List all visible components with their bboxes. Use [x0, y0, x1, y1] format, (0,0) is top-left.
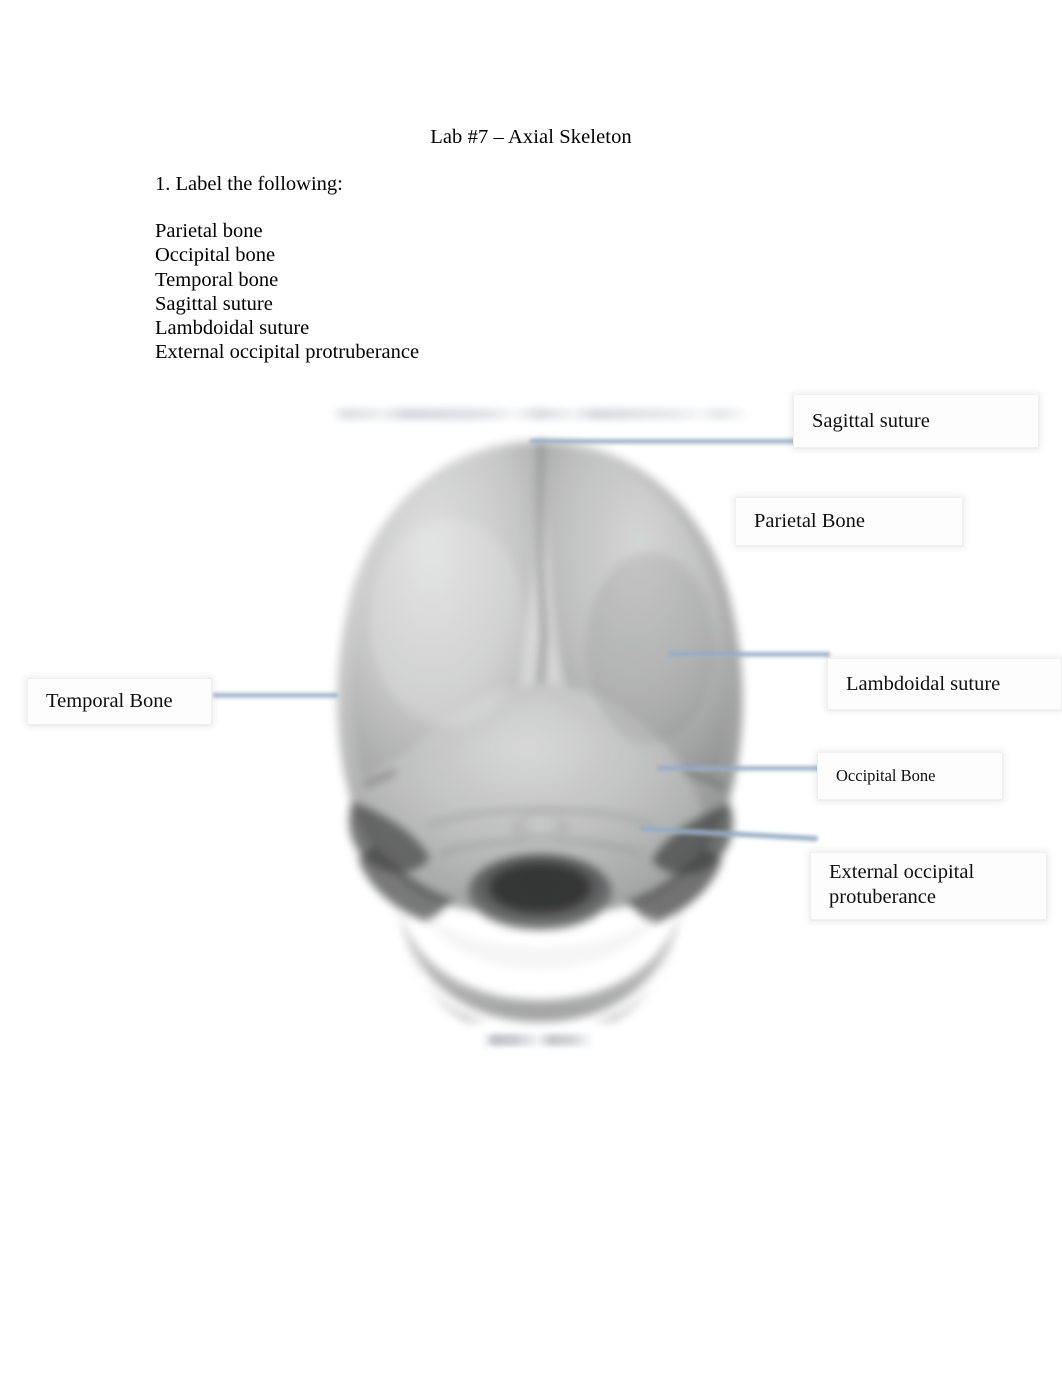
figure-top-caption-blurred: [330, 408, 750, 420]
list-item: External occipital protruberance: [155, 341, 420, 364]
instruction-line: 1. Label the following:: [155, 173, 343, 195]
leader-line-lambdoidal: [668, 651, 830, 658]
callout-label: Parietal Bone: [754, 510, 866, 532]
list-item: Occipital bone: [155, 244, 276, 267]
callout-sagittal-suture[interactable]: Sagittal suture: [793, 394, 1039, 448]
callout-label: External occipital protuberance: [829, 861, 975, 908]
figure-bottom-caption-blurred: [483, 1034, 593, 1046]
page-title: Lab #7 – Axial Skeleton: [430, 126, 632, 148]
callout-label: Sagittal suture: [812, 409, 930, 432]
callout-label: Lambdoidal suture: [846, 672, 1001, 695]
leader-line-temporal: [213, 692, 338, 699]
callout-temporal-bone[interactable]: Temporal Bone: [27, 678, 212, 725]
term-list: Parietal bone Occipital bone Temporal bo…: [155, 219, 419, 365]
list-item: Lambdoidal suture: [155, 317, 310, 340]
callout-lambdoidal-suture[interactable]: Lambdoidal suture: [827, 658, 1062, 710]
list-item: Parietal bone: [155, 220, 263, 242]
skull-illustration: [278, 422, 802, 1022]
leader-line-sagittal: [530, 438, 798, 445]
callout-external-occipital-protuberance[interactable]: External occipital protuberance: [810, 852, 1047, 920]
list-item: Sagittal suture: [155, 292, 273, 315]
callout-label: Occipital Bone: [836, 766, 936, 785]
leader-line-occipital: [657, 765, 820, 772]
callout-occipital-bone[interactable]: Occipital Bone: [817, 752, 1003, 800]
callout-label: Temporal Bone: [46, 690, 173, 712]
list-item: Temporal bone: [155, 268, 279, 291]
callout-parietal-bone[interactable]: Parietal Bone: [735, 497, 963, 546]
